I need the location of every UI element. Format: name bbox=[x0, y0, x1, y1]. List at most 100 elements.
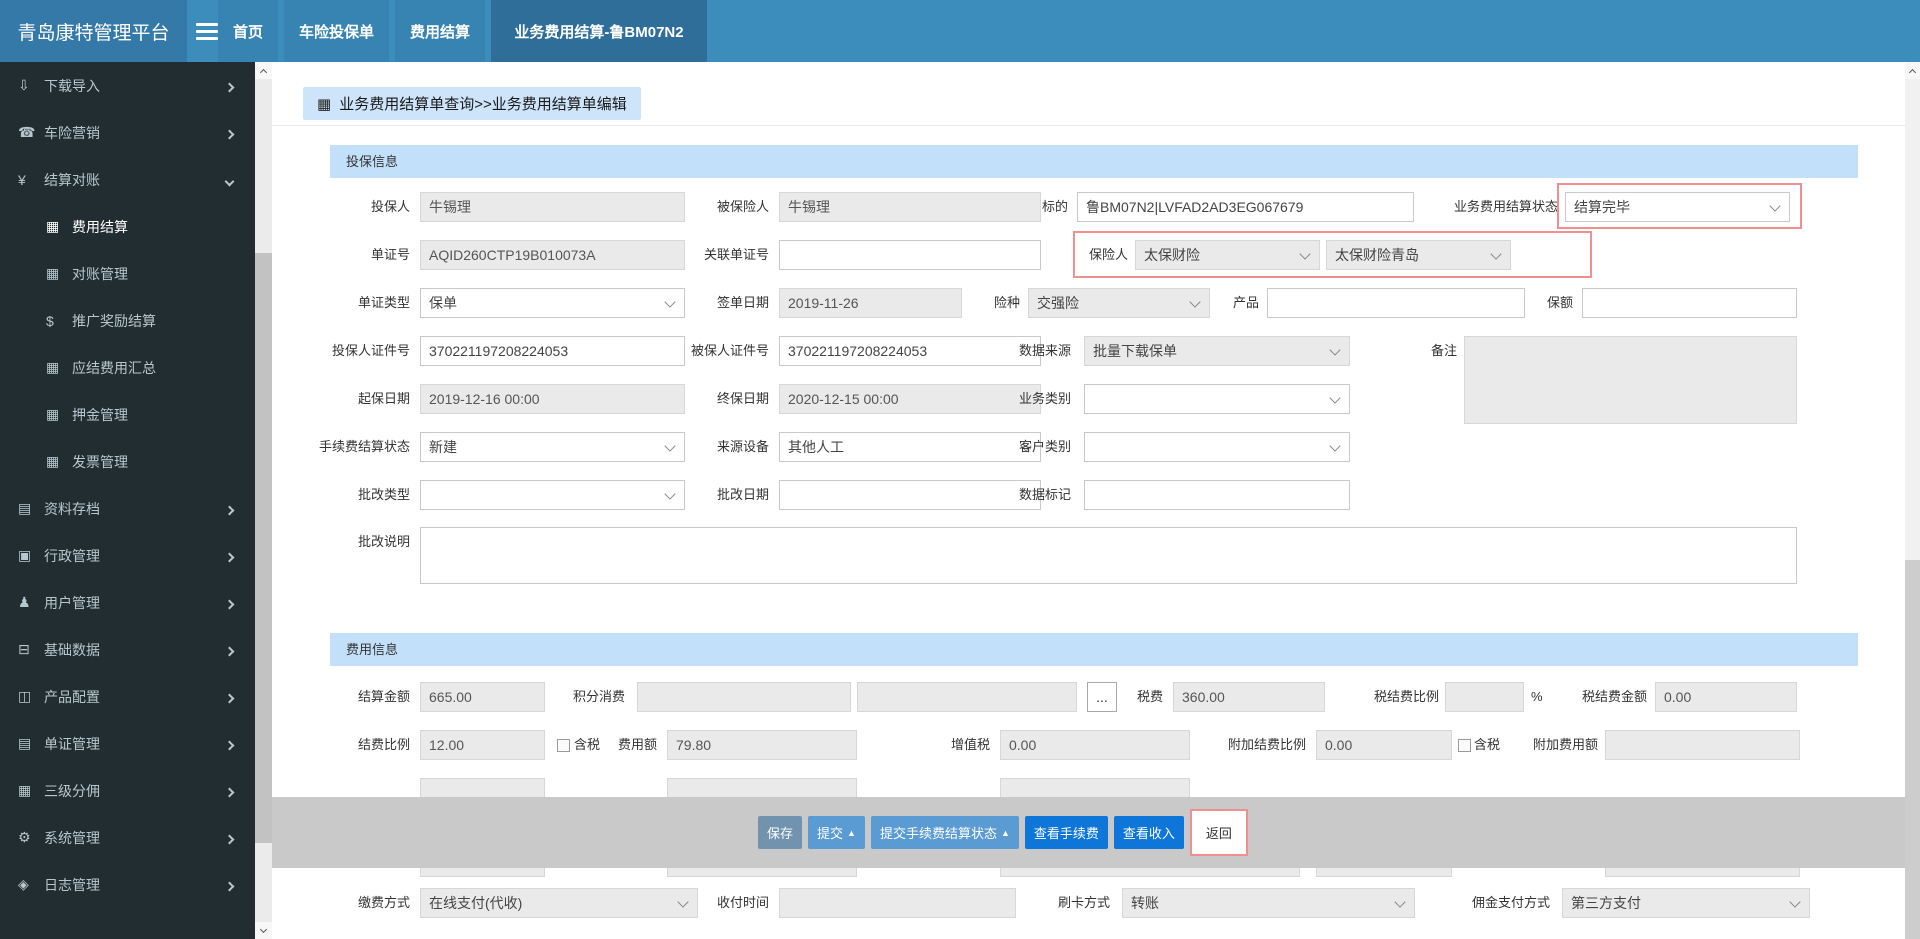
sidebar-item-fee-settlement[interactable]: ▦ 费用结算 bbox=[0, 203, 255, 250]
biz-fee-status-label: 业务费用结算状态 bbox=[1453, 199, 1558, 214]
sidebar-item-log-mgmt[interactable]: ◈ 日志管理 bbox=[0, 861, 255, 908]
points-consume-label: 积分消费 bbox=[572, 689, 625, 704]
view-fee-button[interactable]: 查看手续费 bbox=[1024, 816, 1108, 849]
user-icon: ♟ bbox=[18, 594, 31, 610]
sidebar-item-user-mgmt[interactable]: ♟ 用户管理 bbox=[0, 579, 255, 626]
nav-tab-fee-settlement[interactable]: 费用结算 bbox=[395, 0, 485, 62]
endorse-type-select[interactable] bbox=[420, 480, 685, 510]
product-label: 产品 bbox=[1232, 295, 1259, 310]
app-logo: 青岛康特管理平台 bbox=[0, 0, 187, 62]
sidebar-item-promo-reward[interactable]: $ 推广奖励结算 bbox=[0, 297, 255, 344]
page-scrollbar-thumb[interactable] bbox=[1905, 560, 1920, 939]
sidebar-item-deposit-mgmt[interactable]: ▦ 押金管理 bbox=[0, 391, 255, 438]
customer-category-select[interactable] bbox=[1084, 432, 1350, 462]
biz-fee-status-select[interactable]: 结算完毕 bbox=[1565, 192, 1790, 222]
tax-label: 税费 bbox=[1136, 689, 1163, 704]
risk-type-label: 险种 bbox=[993, 295, 1020, 310]
sidebar-item-base-data[interactable]: ⊟ 基础数据 bbox=[0, 626, 255, 673]
submit-fee-status-button[interactable]: 提交手续费结算状态 ▲ bbox=[870, 816, 1019, 849]
view-income-button[interactable]: 查看收入 bbox=[1113, 816, 1184, 849]
policy-holder-label: 投保人 bbox=[370, 199, 410, 214]
data-mark-input[interactable] bbox=[1084, 480, 1350, 510]
sum-insured-input[interactable] bbox=[1582, 288, 1797, 318]
nav-tab-biz-fee-settlement-active[interactable]: 业务费用结算-鲁BM07N2 bbox=[491, 0, 707, 62]
section-header-policy-info: 投保信息 bbox=[330, 145, 1858, 178]
endorse-note-textarea[interactable] bbox=[420, 527, 1797, 584]
doc-no-label: 单证号 bbox=[370, 247, 410, 262]
points-consume-input-2 bbox=[857, 682, 1077, 712]
holder-id-input[interactable] bbox=[420, 336, 685, 366]
dollar-icon: $ bbox=[46, 312, 54, 329]
holder-id-label: 投保人证件号 bbox=[331, 343, 410, 358]
sidebar-item-three-level-commission[interactable]: ▦ 三级分佣 bbox=[0, 767, 255, 814]
sidebar-item-settlement-reconcile[interactable]: ¥ 结算对账 bbox=[0, 156, 255, 203]
insured-label: 被保险人 bbox=[716, 199, 769, 214]
top-navbar: 青岛康特管理平台 首页 车险投保单 费用结算 业务费用结算-鲁BM07N2 41… bbox=[0, 0, 1920, 62]
back-button[interactable]: 返回 bbox=[1196, 816, 1241, 849]
sidebar-scrollbar-thumb[interactable] bbox=[255, 253, 272, 843]
sidebar-item-payable-summary[interactable]: ▦ 应结费用汇总 bbox=[0, 344, 255, 391]
related-doc-no-label: 关联单证号 bbox=[703, 247, 769, 262]
grid-icon: ▦ bbox=[18, 782, 32, 798]
tax-settle-amount-input bbox=[1655, 682, 1797, 712]
yen-icon: ¥ bbox=[18, 171, 26, 188]
breadcrumb-text: 业务费用结算单查询>>业务费用结算单编辑 bbox=[339, 96, 627, 113]
subject-input[interactable] bbox=[1077, 192, 1414, 222]
hamburger-menu-icon[interactable] bbox=[196, 23, 220, 40]
insurer-company-select: 太保财险 bbox=[1135, 240, 1320, 270]
sidebar-item-admin-mgmt[interactable]: ▣ 行政管理 bbox=[0, 532, 255, 579]
card-method-label: 刷卡方式 bbox=[1057, 895, 1110, 910]
sidebar-item-invoice-mgmt[interactable]: ▦ 发票管理 bbox=[0, 438, 255, 485]
divider bbox=[272, 125, 1905, 126]
endorse-type-label: 批改类型 bbox=[357, 487, 410, 502]
chevron-right-icon bbox=[224, 642, 235, 658]
phone-icon: ☎ bbox=[18, 124, 36, 140]
save-button[interactable]: 保存 bbox=[758, 816, 803, 849]
biz-category-label: 业务类别 bbox=[1018, 391, 1071, 406]
tax-included-checkbox-2[interactable] bbox=[1458, 739, 1471, 752]
sign-date-label: 签单日期 bbox=[716, 295, 769, 310]
fee-settle-status-select[interactable]: 新建 bbox=[420, 432, 685, 462]
end-date-label: 终保日期 bbox=[716, 391, 769, 406]
extra-fee-amount-label: 附加费用额 bbox=[1532, 737, 1598, 752]
book-icon: ◫ bbox=[18, 688, 32, 704]
extra-fee-amount-input bbox=[1605, 730, 1800, 760]
caret-up-icon: ▲ bbox=[847, 827, 856, 838]
caret-up-icon: ▲ bbox=[1000, 827, 1010, 838]
related-doc-no-input[interactable] bbox=[779, 240, 1041, 270]
pay-method-select: 在线支付(代收) bbox=[420, 888, 698, 918]
grid-icon: ▦ bbox=[46, 359, 60, 375]
download-icon: ⇩ bbox=[18, 77, 30, 93]
tax-included-checkbox-1[interactable] bbox=[557, 739, 570, 752]
grid-icon: ▦ bbox=[46, 265, 60, 281]
source-device-label: 来源设备 bbox=[716, 439, 769, 454]
grid-icon: ▦ bbox=[317, 95, 332, 113]
scroll-down-arrow[interactable] bbox=[255, 922, 272, 939]
chevron-right-icon bbox=[224, 736, 235, 752]
tag-icon: ◈ bbox=[18, 876, 29, 892]
gear-icon: ⚙ bbox=[18, 829, 31, 845]
sidebar-item-car-marketing[interactable]: ☎ 车险营销 bbox=[0, 109, 255, 156]
pay-time-input bbox=[779, 888, 1016, 918]
sidebar-item-download-import[interactable]: ⇩ 下载导入 bbox=[0, 62, 255, 109]
nav-tab-home[interactable]: 首页 bbox=[218, 0, 278, 62]
biz-category-select[interactable] bbox=[1084, 384, 1350, 414]
tax-included-label-1: 含税 bbox=[574, 737, 601, 752]
sidebar-item-system-mgmt[interactable]: ⚙ 系统管理 bbox=[0, 814, 255, 861]
sidebar-nav: ⇩ 下载导入 ☎ 车险营销 ¥ 结算对账 ▦ 费用结算 ▦ 对账管理 $ 推广奖励结算 ▦ 应… bbox=[0, 62, 255, 939]
insurer-label: 保险人 bbox=[1088, 247, 1128, 262]
doc-type-select[interactable]: 保单 bbox=[420, 288, 685, 318]
submit-button[interactable]: 提交 ▲ bbox=[808, 816, 865, 849]
nav-tab-car-insurance[interactable]: 车险投保单 bbox=[284, 0, 389, 62]
pay-time-label: 收付时间 bbox=[716, 895, 769, 910]
scroll-up-arrow[interactable] bbox=[255, 62, 272, 79]
insured-id-label: 被保人证件号 bbox=[690, 343, 769, 358]
sidebar-item-reconcile-mgmt[interactable]: ▦ 对账管理 bbox=[0, 250, 255, 297]
chevron-right-icon bbox=[224, 501, 235, 517]
sidebar-item-archive[interactable]: ▤ 资料存档 bbox=[0, 485, 255, 532]
product-input[interactable] bbox=[1267, 288, 1525, 318]
sidebar-item-doc-mgmt[interactable]: ▤ 单证管理 bbox=[0, 720, 255, 767]
sidebar-item-product-config[interactable]: ◫ 产品配置 bbox=[0, 673, 255, 720]
grid-icon: ▦ bbox=[46, 218, 60, 234]
scroll-up-arrow[interactable] bbox=[1905, 62, 1920, 79]
